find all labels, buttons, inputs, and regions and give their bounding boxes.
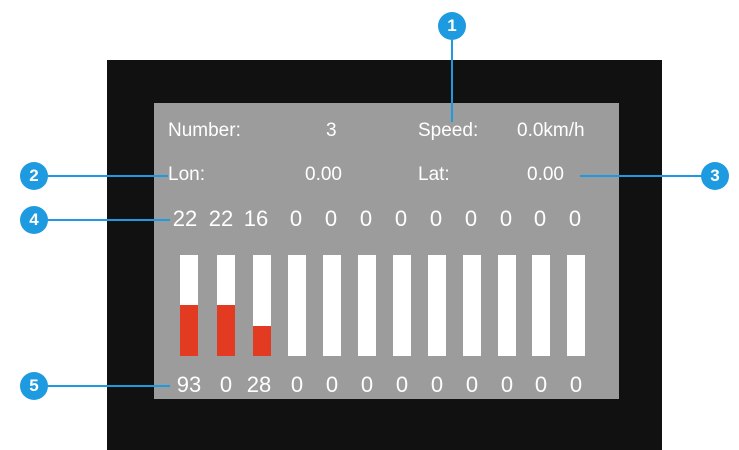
number-value: 3 [326,120,337,141]
channel-value: 0 [219,372,233,397]
channel-value: 0 [360,372,374,397]
channel-value: 0 [569,372,583,397]
signal-bar [323,255,341,356]
callout-line-2 [46,175,168,177]
snr-value: 0 [499,206,513,231]
signal-bar-fill [180,304,198,356]
signal-bar [498,255,516,356]
signal-bar [463,255,481,356]
channel-value: 0 [465,372,479,397]
speed-label: Speed: [418,120,479,141]
channel-value: 0 [395,372,409,397]
snr-value: 22 [208,206,234,231]
callout-line-4 [46,219,170,221]
snr-value: 0 [464,206,478,231]
channel-value: 0 [430,372,444,397]
signal-bar-fill [217,304,235,356]
channel-value: 0 [325,372,339,397]
snr-value: 0 [394,206,408,231]
signal-bar [567,255,585,356]
signal-bar [358,255,376,356]
channel-value: 93 [176,372,202,397]
channel-value: 0 [500,372,514,397]
callout-badge-3: 3 [701,162,729,190]
signal-bar [253,255,271,356]
signal-bar [217,255,235,356]
callout-badge-5: 5 [20,372,48,400]
snr-value: 0 [568,206,582,231]
snr-value: 0 [359,206,373,231]
signal-bar [428,255,446,356]
lon-label: Lon: [168,164,205,185]
callout-line-5 [46,385,170,387]
channel-value: 0 [534,372,548,397]
speed-value: 0.0km/h [517,120,585,141]
callout-line-1 [451,40,453,122]
callout-badge-2: 2 [20,162,48,190]
signal-bar [532,255,550,356]
number-label: Number: [168,120,241,141]
snr-value: 0 [324,206,338,231]
lat-value: 0.00 [527,164,564,185]
snr-value: 22 [172,206,198,231]
lat-label: Lat: [418,164,450,185]
snr-value: 0 [429,206,443,231]
snr-value: 16 [243,206,269,231]
snr-value: 0 [533,206,547,231]
channel-value: 28 [246,372,272,397]
channel-value: 0 [290,372,304,397]
signal-bar [288,255,306,356]
lon-value: 0.00 [305,164,342,185]
signal-bar-fill [253,325,271,356]
snr-value: 0 [289,206,303,231]
callout-badge-4: 4 [20,206,48,234]
callout-line-3 [580,175,704,177]
signal-bar [393,255,411,356]
callout-badge-1: 1 [438,12,466,40]
signal-bar [180,255,198,356]
